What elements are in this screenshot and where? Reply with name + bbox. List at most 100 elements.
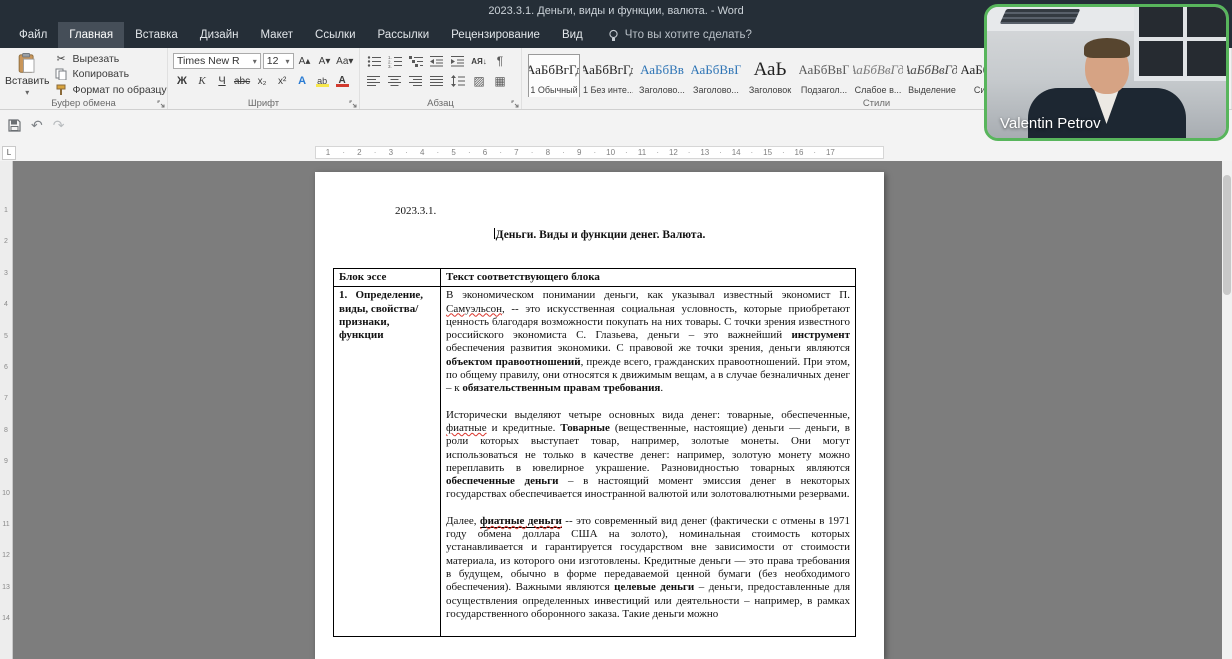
document-page[interactable]: 2023.3.1. Деньги. Виды и функции денег. …	[315, 172, 884, 659]
person-hair	[1084, 38, 1130, 58]
shrink-font-button[interactable]: А▾	[316, 52, 334, 70]
underline-button[interactable]: Ч	[213, 72, 231, 90]
style-chip-Выделение[interactable]: АаБбВвГд,Выделение	[906, 54, 958, 97]
paste-dropdown-icon: ▾	[25, 88, 29, 97]
office-window	[1134, 7, 1226, 81]
decrease-indent-icon	[430, 55, 444, 67]
line-spacing-icon	[451, 75, 466, 87]
essay-block-cell: 1. Определение, виды, свойства/признаки,…	[334, 287, 441, 637]
font-family-combo[interactable]: Times New R ▾	[173, 53, 261, 69]
italic-button[interactable]: К	[193, 72, 211, 90]
cut-button[interactable]: ✂ Вырезать	[54, 52, 167, 66]
clipboard-group: Вставить ▾ ✂ Вырезать Копировать	[0, 48, 168, 109]
align-center-button[interactable]	[386, 72, 404, 90]
text-effects-button[interactable]: А	[293, 72, 311, 90]
redo-button[interactable]: ↷	[53, 117, 65, 134]
window-mullion	[1183, 7, 1187, 76]
style-preview: АаЬ	[745, 55, 795, 85]
cut-label: Вырезать	[73, 53, 120, 65]
table-header-row: Блок эссе Текст соответствующего блока	[334, 269, 856, 287]
tab-Главная[interactable]: Главная	[58, 22, 124, 48]
font-group-label: Шрифт	[168, 98, 359, 109]
font-size-combo[interactable]: 12 ▾	[263, 53, 294, 69]
style-chip-1 Без инте...[interactable]: АаБбВгГд1 Без инте...	[582, 54, 634, 97]
undo-button[interactable]: ↶	[31, 117, 43, 134]
highlight-button[interactable]: ab	[313, 72, 331, 90]
tab-Ссылки[interactable]: Ссылки	[304, 22, 367, 48]
font-dialog-launcher[interactable]	[349, 100, 357, 108]
format-painter-button[interactable]: Формат по образцу	[54, 83, 167, 97]
font-family-value: Times New R	[177, 55, 240, 67]
decrease-indent-button[interactable]	[428, 52, 446, 70]
webcam-overlay[interactable]: Valentin Petrov	[984, 4, 1229, 141]
style-chip-Подзагол...[interactable]: АаБбВвГПодзагол...	[798, 54, 850, 97]
font-size-dropdown-icon: ▾	[286, 57, 290, 66]
style-preview: АаБбВвГд,	[907, 55, 957, 85]
justify-button[interactable]	[428, 72, 446, 90]
style-chip-Слабое в...[interactable]: АаБбВвГд,Слабое в...	[852, 54, 904, 97]
show-marks-button[interactable]: ¶	[491, 52, 509, 70]
increase-indent-button[interactable]	[449, 52, 467, 70]
style-chip-Заголово...[interactable]: АаБбВвЗаголово...	[636, 54, 688, 97]
vertical-ruler[interactable]: 1234567891011121314	[0, 161, 13, 659]
style-chip-1 Обычный[interactable]: АаБбВгГд1 Обычный	[528, 54, 580, 97]
paste-button[interactable]: Вставить ▾	[5, 51, 50, 97]
bold-button[interactable]: Ж	[173, 72, 191, 90]
document-scrollbar[interactable]	[1222, 161, 1232, 659]
increase-indent-icon	[451, 55, 465, 67]
word-window: 2023.3.1. Деньги, виды и функции, валюта…	[0, 0, 1232, 659]
tell-me-box[interactable]: Что вы хотите сделать?	[608, 22, 752, 48]
align-left-button[interactable]	[365, 72, 383, 90]
clipboard-dialog-launcher[interactable]	[157, 100, 165, 108]
align-right-button[interactable]	[407, 72, 425, 90]
justify-icon	[430, 75, 444, 87]
sort-button[interactable]: АЯ↓	[470, 52, 488, 70]
tab-Рассылки[interactable]: Рассылки	[367, 22, 441, 48]
multilevel-list-icon	[409, 55, 424, 68]
font-group: Times New R ▾ 12 ▾ А▴ А▾ Аа▾ Ж К Ч abc х…	[168, 48, 360, 109]
save-button[interactable]	[8, 119, 21, 132]
copy-button[interactable]: Копировать	[54, 67, 167, 81]
format-painter-label: Формат по образцу	[73, 84, 167, 96]
tab-Вид[interactable]: Вид	[551, 22, 594, 48]
subscript-button[interactable]: х₂	[253, 72, 271, 90]
paste-icon	[17, 53, 37, 74]
horizontal-ruler[interactable]: 1·2·3·4·5·6·7·8·9·10·11·12·13·14·15·16·1…	[315, 146, 884, 159]
table-header-text: Текст соответствующего блока	[441, 269, 856, 287]
tell-me-label: Что вы хотите сделать?	[625, 29, 752, 41]
ceiling-vent	[1000, 9, 1081, 24]
line-spacing-button[interactable]	[449, 72, 467, 90]
numbering-button[interactable]: 1. 2. 3.	[386, 52, 404, 70]
style-label: Заголово...	[637, 85, 687, 95]
doc-title: Деньги. Виды и функции денег. Валюта.	[315, 228, 884, 241]
style-chip-Заголовок[interactable]: АаЬЗаголовок	[744, 54, 796, 97]
style-preview: АаБбВгГд	[529, 55, 579, 85]
tab-Дизайн[interactable]: Дизайн	[189, 22, 250, 48]
scrollbar-thumb[interactable]	[1223, 175, 1231, 295]
multilevel-list-button[interactable]	[407, 52, 425, 70]
tab-Файл[interactable]: Файл	[8, 22, 58, 48]
style-label: Выделение	[907, 85, 957, 95]
shading-button[interactable]: ▨	[470, 72, 488, 90]
tab-Макет[interactable]: Макет	[249, 22, 304, 48]
style-preview: АаБбВвГ	[691, 55, 741, 85]
style-preview: АаБбВвГ	[799, 55, 849, 85]
clipboard-group-label: Буфер обмена	[0, 98, 167, 109]
style-chip-Заголово...[interactable]: АаБбВвГЗаголово...	[690, 54, 742, 97]
tab-Вставка[interactable]: Вставка	[124, 22, 189, 48]
svg-text:3.: 3.	[388, 64, 392, 68]
borders-button[interactable]: ▦	[491, 72, 509, 90]
strikethrough-button[interactable]: abc	[233, 72, 251, 90]
paragraph-dialog-launcher[interactable]	[511, 100, 519, 108]
doc-number: 2023.3.1.	[395, 205, 436, 217]
bullets-button[interactable]	[365, 52, 383, 70]
superscript-button[interactable]: х²	[273, 72, 291, 90]
change-case-button[interactable]: Аа▾	[336, 52, 354, 70]
tab-Рецензирование[interactable]: Рецензирование	[440, 22, 551, 48]
text-cursor	[494, 228, 495, 239]
font-color-button[interactable]: А	[333, 72, 351, 90]
style-label: Заголово...	[691, 85, 741, 95]
grow-font-button[interactable]: А▴	[296, 52, 314, 70]
essay-text-cell: В экономическом понимании деньги, как ук…	[441, 287, 856, 637]
tab-stop-selector[interactable]: L	[2, 146, 16, 160]
